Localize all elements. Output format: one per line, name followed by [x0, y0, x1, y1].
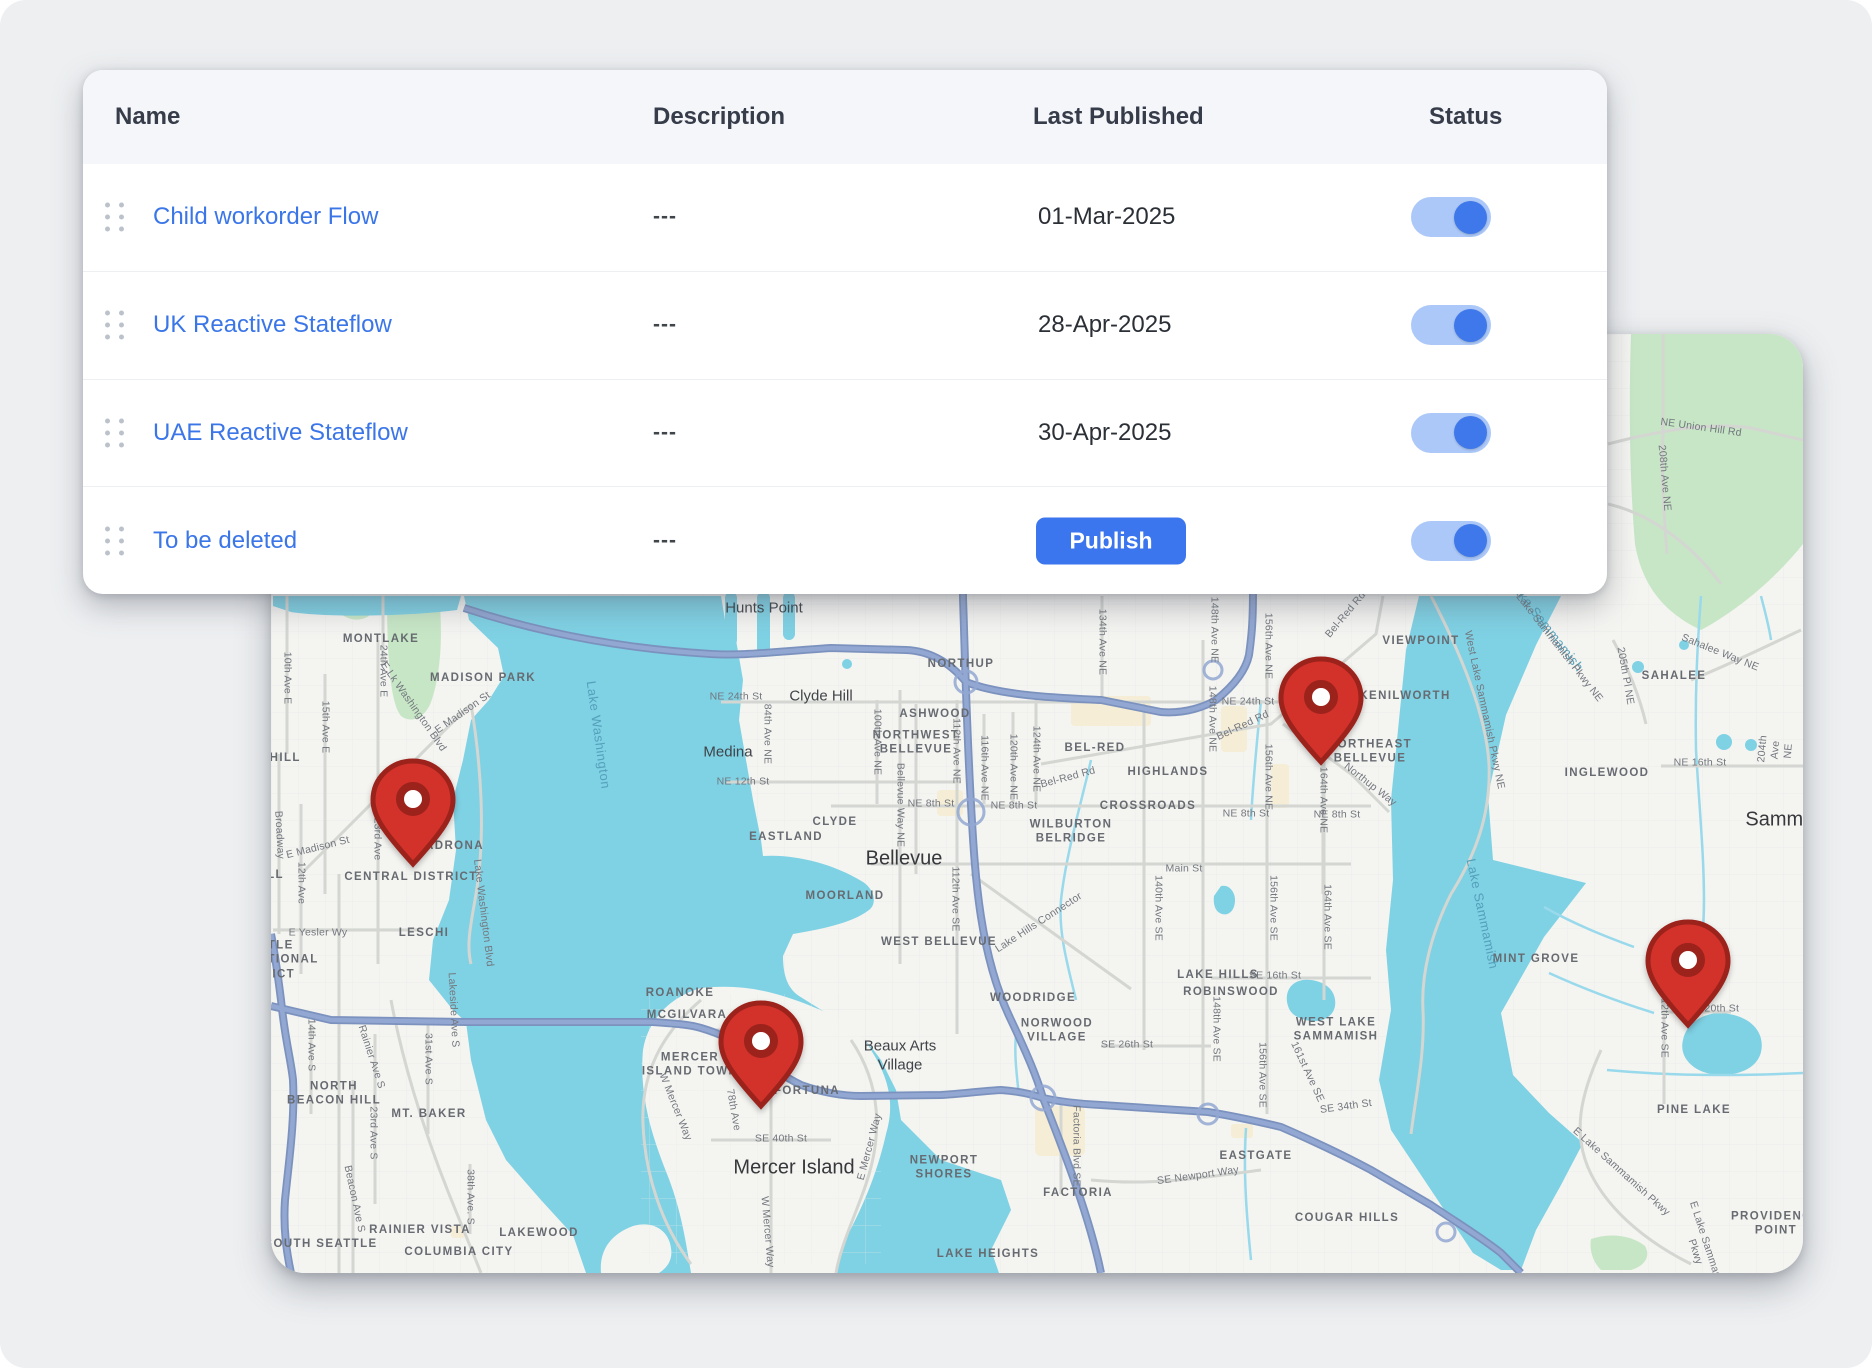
drag-handle-icon[interactable] [105, 311, 124, 340]
status-toggle[interactable] [1411, 305, 1491, 345]
pin-northeast-bellevue-marker-icon[interactable] [1275, 654, 1367, 766]
flow-name-link[interactable]: To be deleted [153, 527, 297, 555]
flow-name-link[interactable]: UAE Reactive Stateflow [153, 419, 408, 447]
column-header-last-published: Last Published [1033, 103, 1204, 131]
status-toggle[interactable] [1411, 413, 1491, 453]
table-header: Name Description Last Published Status [83, 70, 1607, 164]
last-published-date: 28-Apr-2025 [1038, 311, 1171, 339]
flow-description: --- [653, 205, 677, 229]
publish-button[interactable]: Publish [1036, 517, 1186, 564]
last-published-date: 30-Apr-2025 [1038, 419, 1171, 447]
toggle-knob [1454, 416, 1487, 449]
last-published-date: 01-Mar-2025 [1038, 203, 1175, 231]
pin-madrona-marker-icon[interactable] [367, 756, 459, 868]
column-header-description: Description [653, 103, 785, 131]
toggle-knob [1454, 309, 1487, 342]
pin-mercer-island-marker-icon[interactable] [715, 998, 807, 1110]
flow-description: --- [653, 421, 677, 445]
flow-name-link[interactable]: Child workorder Flow [153, 203, 378, 231]
toggle-knob [1454, 201, 1487, 234]
flow-description: --- [653, 529, 677, 553]
flow-name-link[interactable]: UK Reactive Stateflow [153, 311, 392, 339]
flow-description: --- [653, 313, 677, 337]
column-header-status: Status [1429, 103, 1502, 131]
pin-sammamish-marker-icon[interactable] [1642, 917, 1734, 1029]
status-toggle[interactable] [1411, 521, 1491, 561]
table-row: UK Reactive Stateflow --- 28-Apr-2025 [83, 272, 1607, 380]
table-rows: Child workorder Flow --- 01-Mar-2025 UK Rea… [83, 164, 1607, 594]
drag-handle-icon[interactable] [105, 203, 124, 232]
table-row: To be deleted --- Publish [83, 487, 1607, 594]
drag-handle-icon[interactable] [105, 418, 124, 447]
column-header-name: Name [115, 103, 180, 131]
flow-table-card: Name Description Last Published Status C… [83, 70, 1607, 594]
table-row: UAE Reactive Stateflow --- 30-Apr-2025 [83, 380, 1607, 488]
toggle-knob [1454, 524, 1487, 557]
screenshot-canvas: MONTLAKEMADISON PARKCAPITOL HILLMADRONAC… [0, 0, 1872, 1368]
drag-handle-icon[interactable] [105, 526, 124, 555]
status-toggle[interactable] [1411, 197, 1491, 237]
table-row: Child workorder Flow --- 01-Mar-2025 [83, 164, 1607, 272]
